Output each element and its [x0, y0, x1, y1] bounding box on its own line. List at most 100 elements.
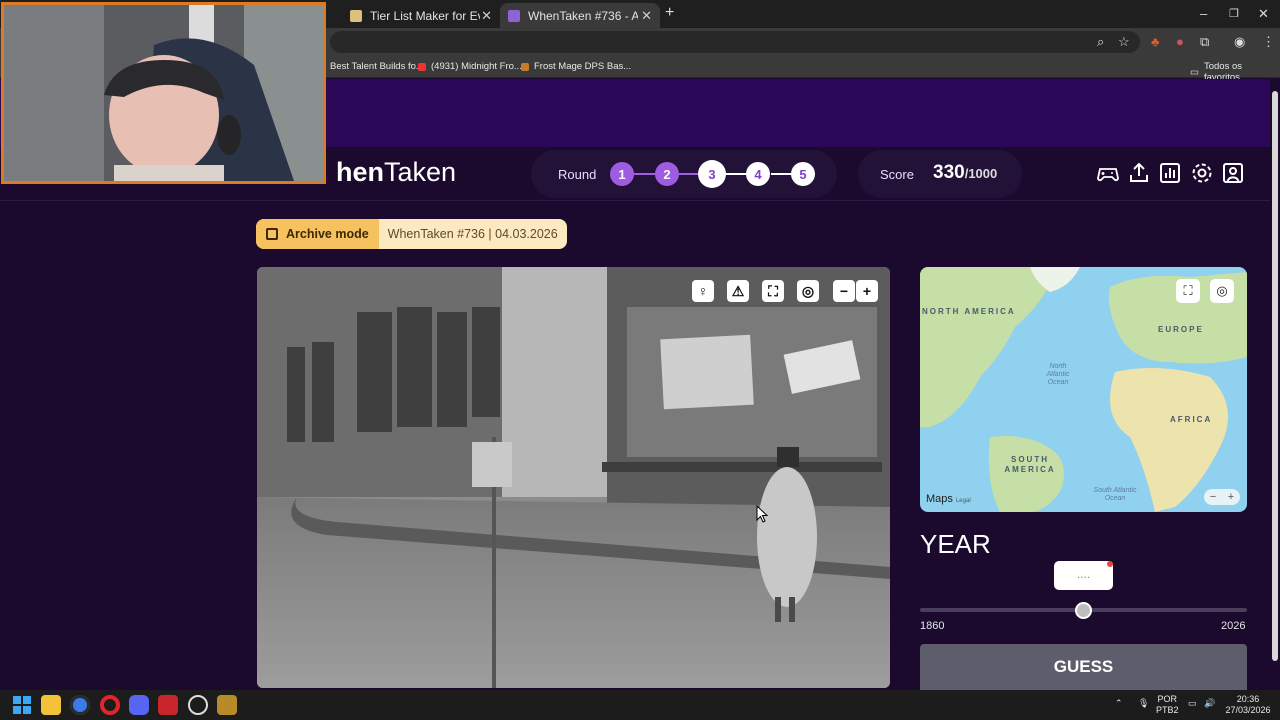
volume-icon[interactable]: 🔊	[1204, 698, 1215, 709]
site-logo[interactable]: henTaken	[336, 157, 456, 188]
round-dot-current: 3	[698, 160, 726, 188]
webcam-overlay	[1, 2, 326, 184]
archive-mode-label: Archive mode	[286, 227, 369, 241]
map-zoom-control[interactable]: − +	[1204, 489, 1240, 505]
browser-tab-whentaken[interactable]: WhenTaken #736 - Archive Puz ✕	[500, 3, 660, 28]
round-dot: 2	[655, 162, 679, 186]
lang-top: POR	[1157, 694, 1178, 704]
bookmark-item[interactable]: Best Talent Builds fo...	[330, 61, 424, 72]
report-warning-icon[interactable]: ⚠	[727, 280, 749, 302]
zoom-in-icon[interactable]: +	[856, 280, 878, 302]
windows-start-icon[interactable]	[12, 695, 32, 715]
score-label: Score	[880, 167, 914, 182]
logo-bold: hen	[336, 157, 385, 187]
focus-icon[interactable]: ◎	[797, 280, 819, 302]
map-zoom-in-icon[interactable]: +	[1228, 491, 1234, 503]
clock[interactable]: 20:36 27/03/2026	[1224, 694, 1272, 716]
scrollbar-thumb[interactable]	[1272, 91, 1278, 661]
continent-label: AFRICA	[1170, 415, 1213, 424]
year-input[interactable]: ....	[1054, 561, 1113, 590]
profile-icon[interactable]: ◉	[1234, 34, 1245, 50]
bookmark-label: Frost Mage DPS Bas...	[534, 61, 632, 72]
close-tab-icon[interactable]: ✕	[481, 8, 492, 24]
settings-icon[interactable]	[1190, 161, 1214, 185]
site-favicon-icon	[521, 62, 529, 71]
stream-app-icon[interactable]	[158, 695, 178, 715]
menu-icon[interactable]: ⋮	[1262, 34, 1275, 50]
archive-badge: Archive mode WhenTaken #736 | 04.03.2026	[256, 219, 567, 249]
gamepad-icon[interactable]	[1096, 161, 1120, 185]
score-number: 330	[933, 162, 965, 183]
continent-label: EUROPE	[1158, 325, 1204, 334]
obs-icon[interactable]	[188, 695, 208, 715]
address-field[interactable]	[330, 31, 1140, 53]
extension-leaf-icon[interactable]: ♣	[1151, 34, 1160, 49]
tab-title: Tier List Maker for Everything -	[370, 8, 480, 23]
lang-bottom: PTB2	[1156, 705, 1179, 715]
score-pill: Score 330/1000	[858, 150, 1022, 198]
continent-label: SOUTH AMERICA	[1004, 455, 1056, 474]
year-min-label: 1860	[920, 620, 945, 632]
chrome-icon[interactable]	[70, 695, 90, 715]
close-tab-icon[interactable]: ✕	[641, 8, 652, 24]
account-icon[interactable]	[1221, 161, 1245, 185]
zoom-icon[interactable]: ⌕	[1097, 34, 1104, 50]
mouse-cursor-icon	[756, 505, 768, 523]
restore-icon[interactable]: ❐	[1229, 7, 1239, 20]
network-icon[interactable]: ▭	[1188, 698, 1197, 709]
year-slider-thumb[interactable]	[1074, 602, 1092, 619]
youtube-icon	[418, 62, 426, 71]
archive-photo: ♀ ⚠ ⛶ ◎ − +	[257, 267, 890, 688]
world-map[interactable]: NORTH AMERICA EUROPE AFRICA SOUTH AMERIC…	[920, 267, 1247, 512]
microphone-icon[interactable]: 🎙	[1138, 698, 1149, 709]
puzzle-id: WhenTaken #736 | 04.03.2026	[387, 227, 558, 241]
language-indicator[interactable]: POR PTB2	[1156, 694, 1179, 716]
extension-profile-icon[interactable]: ●	[1176, 34, 1184, 49]
map-attribution-label: Maps	[926, 493, 953, 505]
bookmark-label: Best Talent Builds fo...	[330, 61, 424, 72]
continent-label: NORTH AMERICA	[922, 307, 1016, 316]
new-tab-icon[interactable]: +	[665, 4, 674, 22]
year-title: YEAR	[920, 529, 991, 559]
year-input-value: ....	[1076, 567, 1091, 581]
minimize-icon[interactable]: –	[1200, 6, 1207, 21]
stats-icon[interactable]	[1158, 161, 1182, 185]
folder-icon: ▭	[1190, 66, 1199, 78]
tray-expand-icon[interactable]: ⌃	[1115, 698, 1123, 709]
whentaken-favicon-icon	[508, 9, 520, 22]
browser-tab-tierlist[interactable]: Tier List Maker for Everything - ✕	[342, 3, 500, 28]
map-attribution: Maps Legal	[926, 493, 971, 505]
round-dot: 5	[791, 162, 815, 186]
ocean-label: South Atlantic Ocean	[1093, 487, 1137, 502]
unset-indicator	[1107, 561, 1113, 567]
street-photo-image	[257, 267, 890, 688]
opera-icon[interactable]	[100, 695, 120, 715]
map-recenter-icon[interactable]: ◎	[1210, 279, 1234, 303]
hint-bulb-icon[interactable]: ♀	[692, 280, 714, 302]
score-value: 330/1000	[933, 162, 997, 184]
score-max: /1000	[964, 166, 998, 181]
guess-button[interactable]: GUESS	[920, 644, 1247, 690]
bookmark-label: (4931) Midnight Fro...	[431, 61, 522, 72]
round-dot: 1	[610, 162, 634, 186]
map-fullscreen-icon[interactable]: ⛶	[1176, 279, 1200, 303]
bookmark-item[interactable]: Frost Mage DPS Bas...	[521, 61, 631, 72]
page-scrollbar[interactable]	[1270, 79, 1280, 690]
discord-icon[interactable]	[129, 695, 149, 715]
game-app-icon[interactable]	[217, 695, 237, 715]
bookmark-item[interactable]: (4931) Midnight Fro...	[418, 61, 522, 72]
close-window-icon[interactable]: ✕	[1258, 6, 1269, 22]
zoom-out-icon[interactable]: −	[833, 280, 855, 302]
clock-date: 27/03/2026	[1225, 705, 1271, 715]
map-legal-link[interactable]: Legal	[956, 498, 971, 504]
round-label: Round	[558, 166, 597, 182]
webcam-feed-image	[4, 5, 323, 181]
share-icon[interactable]	[1127, 161, 1151, 185]
calendar-icon	[266, 228, 278, 240]
logo-regular: Taken	[384, 157, 457, 187]
map-zoom-out-icon[interactable]: −	[1210, 491, 1216, 503]
fullscreen-icon[interactable]: ⛶	[762, 280, 784, 302]
file-explorer-icon[interactable]	[41, 695, 61, 715]
star-icon[interactable]: ☆	[1118, 34, 1130, 50]
extensions-icon[interactable]: ⧉	[1200, 34, 1209, 50]
